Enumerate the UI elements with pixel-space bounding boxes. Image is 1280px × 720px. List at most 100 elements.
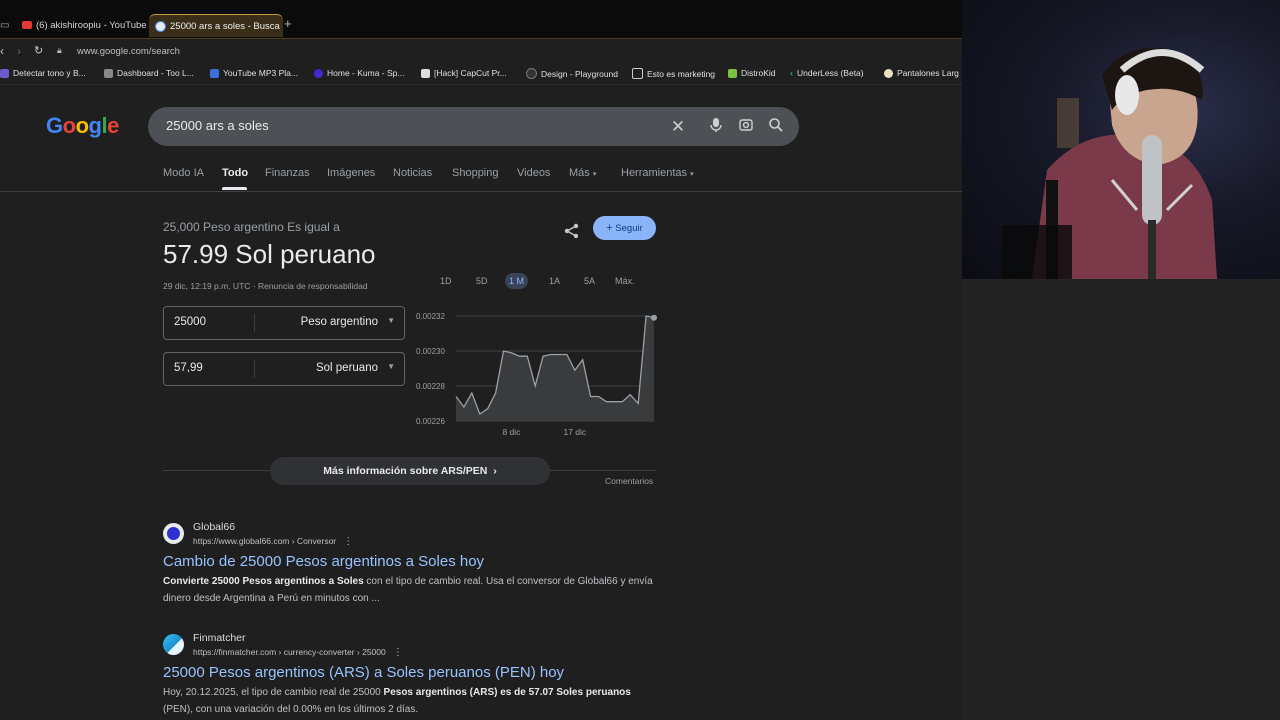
to-currency-select[interactable]: Sol peruano bbox=[316, 362, 378, 374]
tab-google-search[interactable]: 25000 ars a soles - Busca bbox=[149, 14, 283, 37]
range-max[interactable]: Máx. bbox=[611, 273, 639, 289]
tab-todo[interactable]: Todo bbox=[222, 167, 248, 179]
address-bar[interactable]: www.google.com/search bbox=[77, 46, 180, 57]
clear-x-icon[interactable]: ✕ bbox=[668, 117, 688, 137]
result-url-text: https://finmatcher.com › currency-conver… bbox=[193, 647, 386, 657]
result-title-link[interactable]: Cambio de 25000 Pesos argentinos a Soles… bbox=[163, 553, 484, 570]
chart-y-tick-label: 0.00230 bbox=[416, 347, 445, 356]
dropdown-caret-icon: ▼ bbox=[387, 362, 395, 371]
bookmark-item[interactable]: [Hack] CapCut Pr... bbox=[421, 68, 507, 78]
dropdown-caret-icon: ▾ bbox=[592, 171, 597, 178]
result-site-name: Global66 bbox=[193, 521, 236, 533]
to-amount-input[interactable]: 57,99 bbox=[174, 362, 203, 374]
feedback-link[interactable]: Comentarios bbox=[605, 476, 653, 486]
snippet-text: Hoy, 20.12.2025, el tipo de cambio real … bbox=[163, 687, 384, 698]
microphone-icon[interactable] bbox=[706, 117, 726, 137]
tab-herramientas[interactable]: Herramientas ▾ bbox=[621, 167, 694, 179]
chart-y-tick-label: 0.00232 bbox=[416, 312, 445, 321]
plus-icon: + bbox=[606, 222, 613, 234]
bookmark-favicon-icon bbox=[210, 68, 219, 78]
converter-timestamp: 29 dic, 12:19 p.m. UTC bbox=[163, 281, 251, 291]
range-1m[interactable]: 1 M bbox=[505, 273, 529, 289]
tab-shopping[interactable]: Shopping bbox=[452, 167, 499, 179]
bookmark-chevron-icon: ‹ bbox=[790, 68, 793, 78]
search-input[interactable] bbox=[164, 117, 648, 134]
new-tab-plus-icon[interactable]: + bbox=[284, 16, 292, 31]
webcam-person-image bbox=[1002, 47, 1217, 279]
bookmark-page-icon bbox=[632, 68, 643, 79]
range-1d[interactable]: 1D bbox=[436, 273, 456, 289]
follow-label: Seguir bbox=[615, 223, 643, 234]
bookmark-item[interactable]: Esto es marketing bbox=[632, 68, 715, 79]
bookmark-favicon-icon bbox=[314, 68, 323, 78]
bookmark-favicon-icon bbox=[526, 68, 537, 79]
bookmark-label: Design - Playground bbox=[541, 68, 619, 79]
from-currency-field[interactable]: 25000 Peso argentino ▼ bbox=[163, 306, 405, 340]
tab-strip: ▭ (6) akishiroopiu - YouTube 25000 ars a… bbox=[0, 0, 962, 38]
follow-button[interactable]: + Seguir bbox=[593, 216, 656, 240]
tab-modo-ia[interactable]: Modo IA bbox=[163, 167, 204, 179]
global66-favicon-icon bbox=[163, 523, 184, 544]
bookmark-item[interactable]: Pantalones Larg bbox=[884, 68, 959, 78]
lens-camera-icon[interactable] bbox=[736, 117, 756, 137]
converter-result: 57.99 Sol peruano bbox=[163, 239, 376, 269]
reload-icon[interactable]: ↻ bbox=[34, 44, 43, 57]
snippet-bold: Pesos argentinos (ARS) es de 57.07 Soles… bbox=[383, 687, 631, 698]
bookmark-item[interactable]: YouTube MP3 Pla... bbox=[210, 68, 298, 78]
share-icon[interactable] bbox=[563, 222, 581, 243]
result-url[interactable]: https://finmatcher.com › currency-conver… bbox=[193, 647, 403, 658]
chart-y-tick-label: 0.00226 bbox=[416, 417, 445, 426]
bookmark-item[interactable]: Detectar tono y B... bbox=[0, 68, 86, 78]
bookmark-favicon-icon bbox=[728, 68, 737, 78]
youtube-icon bbox=[22, 21, 32, 29]
result-url-text: https://www.global66.com › Conversor bbox=[193, 536, 337, 546]
tab-imagenes[interactable]: Imágenes bbox=[327, 167, 375, 179]
bookmark-item[interactable]: ‹ UnderLess (Beta) bbox=[790, 68, 864, 78]
tab-search-icon[interactable]: ▭ bbox=[0, 14, 20, 36]
converter-meta: 29 dic, 12:19 p.m. UTC · Renuncia de res… bbox=[163, 281, 368, 291]
google-logo[interactable]: Google bbox=[46, 113, 119, 139]
bookmark-label: Dashboard - Too L... bbox=[117, 68, 194, 78]
more-options-icon[interactable]: ⋮ bbox=[343, 536, 353, 547]
back-arrow-icon[interactable]: ‹ bbox=[0, 44, 4, 58]
search-nav-tabs: Modo IA Todo Finanzas Imágenes Noticias … bbox=[0, 160, 962, 192]
exchange-rate-chart[interactable]: 0.00232 0.00230 0.00228 0.00226 8 dic 17 dic bbox=[410, 305, 662, 445]
more-options-icon[interactable]: ⋮ bbox=[393, 647, 403, 658]
bookmark-label: [Hack] CapCut Pr... bbox=[434, 68, 507, 78]
snippet-bold: Convierte 25000 Pesos argentinos a Soles bbox=[163, 576, 364, 587]
bookmark-item[interactable]: Dashboard - Too L... bbox=[104, 68, 194, 78]
search-box[interactable]: ✕ bbox=[148, 107, 799, 146]
result-url[interactable]: https://www.global66.com › Conversor ⋮ bbox=[193, 536, 353, 547]
dropdown-caret-icon: ▼ bbox=[387, 316, 395, 325]
google-favicon-icon bbox=[155, 20, 166, 32]
result-title-link[interactable]: 25000 Pesos argentinos (ARS) a Soles per… bbox=[163, 664, 564, 681]
side-panel bbox=[962, 279, 1280, 720]
bookmark-item[interactable]: Design - Playground bbox=[526, 68, 618, 79]
forward-arrow-icon[interactable]: › bbox=[17, 44, 21, 58]
from-currency-select[interactable]: Peso argentino bbox=[301, 316, 378, 328]
tab-finanzas[interactable]: Finanzas bbox=[265, 167, 310, 179]
tab-mas[interactable]: Más ▾ bbox=[569, 167, 596, 179]
search-icon[interactable] bbox=[766, 117, 786, 137]
tab-videos[interactable]: Videos bbox=[517, 167, 550, 179]
chart-x-tick-label: 17 dic bbox=[563, 427, 586, 437]
disclaimer-link[interactable]: Renuncia de responsabilidad bbox=[258, 281, 368, 291]
range-5d[interactable]: 5D bbox=[472, 273, 492, 289]
bookmark-favicon-icon bbox=[421, 68, 430, 78]
range-5a[interactable]: 5A bbox=[580, 273, 599, 289]
range-1a[interactable]: 1A bbox=[545, 273, 564, 289]
more-info-label: Más información sobre ARS/PEN bbox=[323, 465, 488, 477]
bookmark-favicon-icon bbox=[884, 68, 893, 78]
result-snippet: Hoy, 20.12.2025, el tipo de cambio real … bbox=[163, 684, 663, 718]
result-snippet: Convierte 25000 Pesos argentinos a Soles… bbox=[163, 573, 663, 607]
tab-youtube[interactable]: (6) akishiroopiu - YouTube bbox=[20, 14, 150, 36]
more-info-button[interactable]: Más información sobre ARS/PEN › bbox=[270, 457, 550, 485]
to-currency-field[interactable]: 57,99 Sol peruano ▼ bbox=[163, 352, 405, 386]
field-divider bbox=[254, 360, 255, 378]
tab-noticias[interactable]: Noticias bbox=[393, 167, 432, 179]
tab-label: 25000 ars a soles - Busca bbox=[170, 20, 280, 32]
bookmark-item[interactable]: Home - Kuma - Sp... bbox=[314, 68, 404, 78]
from-amount-input[interactable]: 25000 bbox=[174, 316, 206, 328]
bookmark-item[interactable]: DistroKid bbox=[728, 68, 775, 78]
chevron-right-icon: › bbox=[493, 465, 497, 477]
